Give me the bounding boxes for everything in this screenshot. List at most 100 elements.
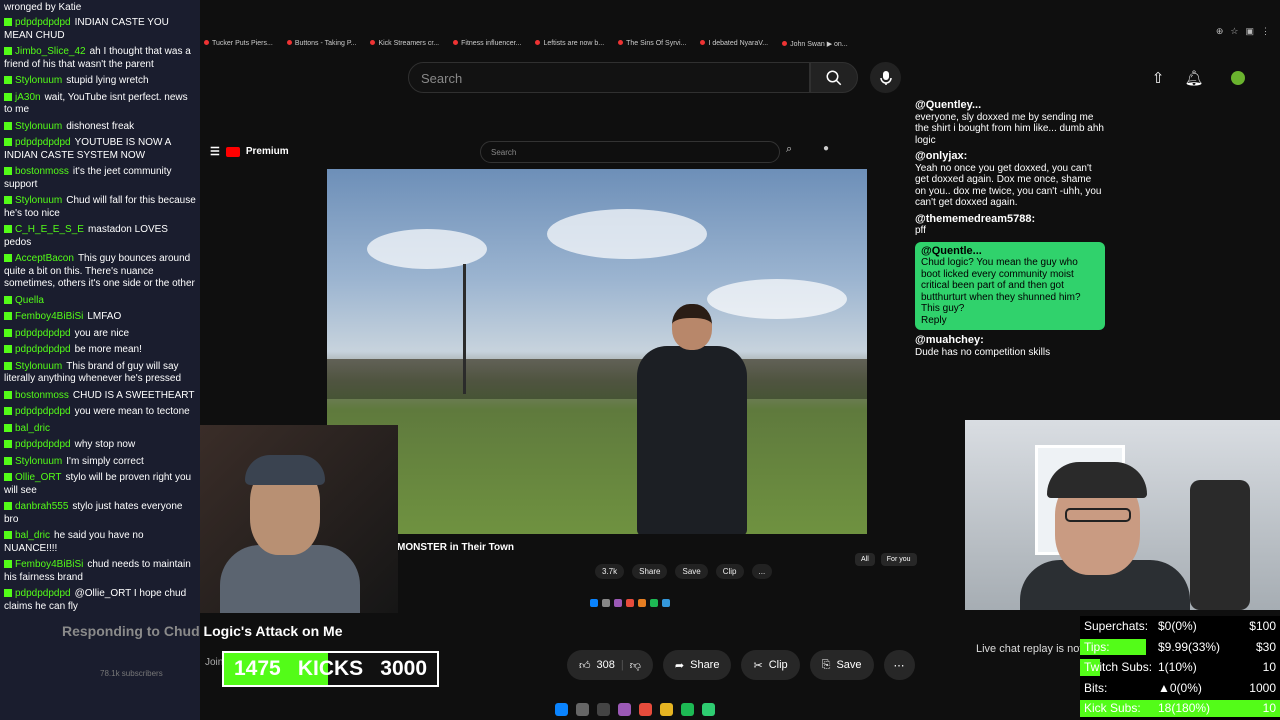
inner-youtube-header: ☰ Premium Search ⌕ ● xyxy=(210,141,830,165)
chat-message: Jimbo_Slice_42 ah I thought that was a fr… xyxy=(4,46,196,71)
dislike-icon[interactable]: 👎︎ xyxy=(630,659,641,672)
inner-chat-username: @muahchey: xyxy=(915,334,984,346)
app-icon[interactable] xyxy=(702,702,715,716)
chat-username: Jimbo_Slice_42 xyxy=(15,46,86,57)
avatar[interactable] xyxy=(1228,68,1248,88)
bookmark-item[interactable]: Buttons - Taking P... xyxy=(287,40,357,54)
bookmark-item[interactable]: The Sins Of Syrvi... xyxy=(618,40,686,54)
browser-bar: Tucker Puts Piers... Buttons - Taking P..… xyxy=(200,0,1280,60)
chat-message: Stylonuum dishonest freak xyxy=(4,121,196,134)
chat-message: bostonmoss CHUD IS A SWEETHEART xyxy=(4,390,196,403)
cam-shirt xyxy=(220,545,360,613)
chat-username: C_H_E_E_S_E xyxy=(15,224,84,235)
spotify-icon[interactable] xyxy=(681,702,694,716)
chat-username: Stylonuum xyxy=(15,360,63,372)
video-title: Responding to Chud Logic's Attack on Me xyxy=(62,623,343,639)
bookmark-item[interactable]: Leftists are now b... xyxy=(535,40,604,54)
chat-message: bostonmoss it's the jeet community suppor… xyxy=(4,166,196,191)
search-input[interactable]: Search xyxy=(408,62,810,93)
live-chat-replay-note: Live chat replay is not xyxy=(976,643,1083,655)
goal-value: ▲0(0%) xyxy=(1158,680,1202,695)
badge-icon xyxy=(4,18,12,26)
inner-chat-message: @onlyjax: Yeah no once you get doxxed, yo… xyxy=(915,150,1105,209)
chat-message: Quella xyxy=(4,295,196,308)
badge-icon xyxy=(4,390,12,399)
share-button[interactable]: ➦ Share xyxy=(662,650,732,680)
tree-line xyxy=(327,359,867,399)
chat-message: Stylonuum Chud will fall for this because… xyxy=(4,195,196,220)
save-button[interactable]: ⎘ Save xyxy=(809,650,874,680)
chrome-icon[interactable] xyxy=(639,702,652,716)
bookmark-icon[interactable]: ☆ xyxy=(1230,26,1238,37)
inner-tab: For you xyxy=(880,553,917,566)
chat-username: pdpdpdpdpd xyxy=(15,344,71,355)
chat-message: pdpdpdpdpd YOUTUBE IS NOW A INDIAN CASTE … xyxy=(4,137,196,162)
bell-icon[interactable]: 🔔︎ xyxy=(1184,68,1204,88)
clip-button[interactable]: ✂ Clip xyxy=(741,650,800,680)
kicks-goal-bar: 1475 KICKS 3000 xyxy=(222,651,439,687)
inner-video-actions: 3.7k Share Save Clip... xyxy=(595,564,773,579)
chat-username: jA30n xyxy=(15,91,41,103)
extensions-icon[interactable]: ▣ xyxy=(1245,26,1254,37)
folder-icon[interactable] xyxy=(660,702,673,716)
person-body xyxy=(637,346,747,534)
chat-username: pdpdpdpdpd xyxy=(15,137,71,148)
bookmark-item[interactable]: John Swan ▶ on... xyxy=(782,40,848,54)
voice-search-button[interactable] xyxy=(870,62,901,93)
inner-action: ... xyxy=(751,564,773,579)
obs-icon[interactable] xyxy=(618,702,631,716)
menu-icon[interactable]: ⋮ xyxy=(1261,26,1270,37)
upload-icon[interactable]: ⇧ xyxy=(1148,68,1168,88)
chat-username: bostonmoss xyxy=(15,166,69,177)
more-button[interactable]: ⋯ xyxy=(883,650,915,680)
app-icon xyxy=(626,599,634,607)
chat-message: pdpdpdpdpd @Ollie_ORT I hope chud claims … xyxy=(4,588,196,613)
bookmark-item[interactable]: Fitness influencer... xyxy=(453,40,521,54)
subscriber-count: 78.1k subscribers xyxy=(100,669,163,678)
badge-icon xyxy=(4,345,12,353)
chat-message: Femboy4BiBiSi chud needs to maintain his … xyxy=(4,559,196,584)
bookmark-item[interactable]: Kick Streamers cr... xyxy=(370,40,439,54)
chat-text: stupid lying wretch xyxy=(66,75,149,86)
task-view-icon[interactable] xyxy=(597,702,610,716)
badge-icon xyxy=(4,456,12,465)
search-button[interactable] xyxy=(810,62,858,93)
like-button[interactable]: 👍︎ 308 | 👎︎ xyxy=(567,650,653,680)
taskbar-search-icon[interactable] xyxy=(576,702,589,716)
chat-message: jA30n wait, YouTube isnt perfect. news to… xyxy=(4,92,196,117)
badge-icon xyxy=(4,47,12,55)
windows-start-icon[interactable] xyxy=(555,702,568,716)
inner-youtube-logo: ☰ Premium xyxy=(210,145,289,158)
chat-username: AcceptBacon xyxy=(15,253,74,264)
bookmark-item[interactable]: Tucker Puts Piers... xyxy=(204,40,273,54)
chat-username: Femboy4BiBiSi xyxy=(15,311,84,322)
windows-icon xyxy=(590,599,598,607)
inner-action: Share xyxy=(632,564,668,579)
badge-icon xyxy=(4,121,12,130)
app-icon xyxy=(614,599,622,607)
chat-username: bostonmoss xyxy=(15,389,69,401)
zoom-icon[interactable]: ⊕ xyxy=(1216,26,1224,37)
kicks-goal: 3000 xyxy=(380,657,427,680)
search-icon xyxy=(602,599,610,607)
goal-value: 1(10%) xyxy=(1158,660,1197,675)
chat-username: Stylonuum xyxy=(15,120,63,132)
bookmark-item[interactable]: I debated NyaraV... xyxy=(700,40,768,54)
inner-action: Save xyxy=(675,564,708,579)
youtube-header: Search ⇧ 🔔︎ xyxy=(200,60,1280,96)
video-actions: 👍︎ 308 | 👎︎ ➦ Share ✂ Clip ⎘ Save ⋯ xyxy=(567,650,915,680)
chat-username: pdpdpdpdpd xyxy=(15,327,71,339)
inner-mic-icon: ● xyxy=(823,143,830,154)
chat-top-text: wronged by Katie xyxy=(4,2,82,13)
superchat-message: @Quentle... Chud logic? You mean the guy … xyxy=(915,241,1105,330)
app-icon xyxy=(650,599,658,607)
chat-text: why stop now xyxy=(74,439,136,450)
share-label: Share xyxy=(690,659,720,671)
light-pole xyxy=(463,264,466,394)
goal-row: Bits: ▲0(0%) 1000 xyxy=(1080,678,1280,699)
person-head xyxy=(672,304,712,350)
join-button[interactable]: Join xyxy=(205,657,223,668)
chat-username: Stylonuum xyxy=(15,195,63,206)
chat-message: Stylonuum I'm simply correct xyxy=(4,456,196,469)
chat-message: C_H_E_E_S_E mastadon LOVES pedos xyxy=(4,224,196,249)
